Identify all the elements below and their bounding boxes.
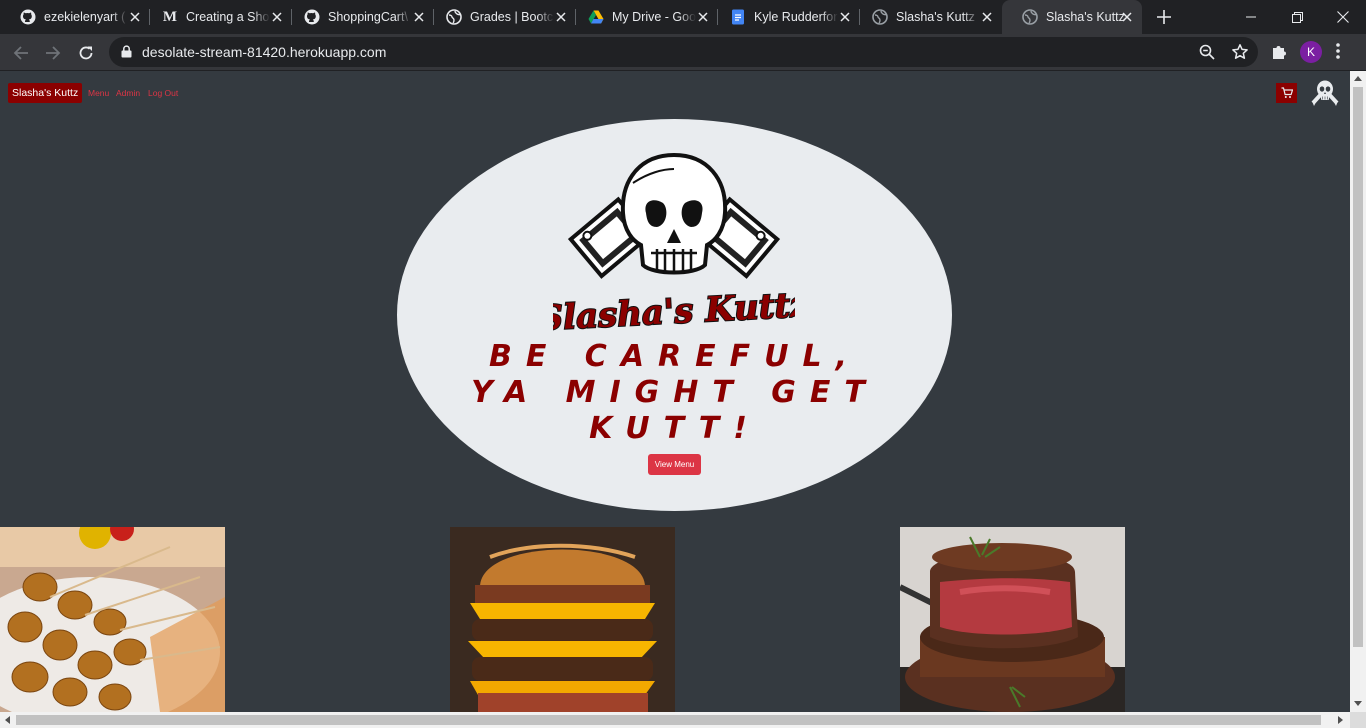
scrollbar-corner	[1350, 712, 1366, 728]
horizontal-scroll-thumb[interactable]	[16, 715, 1321, 725]
tagline-line-1: BE CAREFUL,	[489, 339, 861, 374]
url-text[interactable]: desolate-stream-81420.herokuapp.com	[142, 44, 386, 60]
arrow-left-icon	[13, 46, 28, 60]
view-menu-button[interactable]: View Menu	[648, 454, 701, 475]
globe-icon	[446, 9, 462, 25]
tab-title: Slasha's Kuttz	[1046, 10, 1125, 24]
extensions-puzzle-icon[interactable]	[1270, 42, 1288, 65]
github-icon	[304, 9, 320, 25]
scroll-right-arrow-icon[interactable]	[1338, 716, 1343, 724]
arrow-right-icon	[46, 46, 61, 60]
tab-title: ezekielenyart (	[44, 10, 126, 24]
navbar-brand[interactable]: Slasha's Kuttz	[8, 83, 83, 103]
close-tab-icon[interactable]	[128, 10, 142, 24]
close-tab-icon[interactable]	[270, 10, 284, 24]
nav-link-logout[interactable]: Log Out	[148, 88, 178, 98]
browser-tab[interactable]: Slasha's Kuttz	[852, 0, 1002, 34]
bacon-cheeseburger-image[interactable]	[450, 527, 675, 712]
github-icon	[20, 9, 36, 25]
google-docs-icon	[730, 9, 746, 25]
page-viewport: Slasha's Kuttz Menu Admin Log Out Slasha…	[0, 71, 1350, 712]
reload-button[interactable]	[75, 42, 97, 64]
browser-tab[interactable]: Kyle Rudderfor	[710, 0, 860, 34]
vertical-scroll-thumb[interactable]	[1353, 87, 1363, 647]
new-tab-button[interactable]	[1154, 7, 1174, 27]
close-tab-icon[interactable]	[980, 10, 994, 24]
tab-title: Creating a Sho	[186, 10, 270, 24]
scroll-up-arrow-icon[interactable]	[1354, 76, 1362, 81]
browser-tab[interactable]: Grades | Bootc	[426, 0, 576, 34]
browser-tab[interactable]: ezekielenyart (	[0, 0, 150, 34]
browser-tab[interactable]: ShoppingCart\	[284, 0, 434, 34]
restore-icon	[1291, 11, 1303, 23]
restore-window-button[interactable]	[1274, 0, 1320, 34]
scroll-down-arrow-icon[interactable]	[1354, 701, 1362, 706]
minimize-icon	[1246, 16, 1256, 18]
tagline-line-3: KUTT!	[589, 411, 761, 446]
globe-icon	[1022, 9, 1038, 25]
lock-icon	[121, 45, 132, 63]
medium-icon: M	[162, 8, 178, 25]
globe-icon	[872, 9, 888, 25]
tab-title: ShoppingCart\	[328, 10, 408, 24]
tab-title: Slasha's Kuttz	[896, 10, 975, 24]
browser-toolbar: desolate-stream-81420.herokuapp.com	[0, 34, 1366, 71]
browser-tab[interactable]: My Drive - Goo	[568, 0, 718, 34]
cart-icon	[1281, 87, 1293, 98]
browser-tab-active[interactable]: Slasha's Kuttz	[1002, 0, 1142, 34]
filet-steak-image[interactable]	[900, 527, 1125, 712]
cart-button[interactable]	[1276, 83, 1297, 103]
forward-button[interactable]	[42, 42, 64, 64]
browser-tab-strip: ezekielenyart ( M Creating a Sho Shoppin…	[0, 0, 1366, 34]
back-button[interactable]	[10, 42, 32, 64]
plus-icon	[1157, 10, 1171, 24]
zoom-icon[interactable]	[1199, 44, 1215, 65]
hero-tagline: BE CAREFUL, YA MIGHT GET KUTT!	[420, 339, 930, 447]
google-drive-icon	[588, 9, 604, 25]
logo-script-text: Slasha's Kuttz	[553, 285, 795, 337]
tab-title: Kyle Rudderfor	[754, 10, 838, 24]
slashas-kuttz-logo: Slasha's Kuttz	[553, 153, 795, 337]
close-tab-icon[interactable]	[696, 10, 710, 24]
profile-avatar-button[interactable]: K	[1300, 41, 1322, 63]
scroll-left-arrow-icon[interactable]	[5, 716, 10, 724]
tab-title: My Drive - Goo	[612, 10, 696, 24]
browser-menu-icon[interactable]	[1336, 42, 1340, 65]
user-skull-avatar-icon[interactable]	[1310, 79, 1340, 107]
close-tab-icon[interactable]	[838, 10, 852, 24]
bookmark-star-icon[interactable]	[1231, 43, 1249, 66]
close-icon	[1337, 11, 1349, 23]
skull-icon	[620, 153, 728, 275]
browser-tab[interactable]: M Creating a Sho	[142, 0, 292, 34]
corn-dogs-image[interactable]	[0, 527, 225, 712]
nav-link-menu[interactable]: Menu	[88, 88, 109, 98]
tab-title: Grades | Bootc	[470, 10, 554, 24]
close-tab-icon[interactable]	[554, 10, 568, 24]
close-window-button[interactable]	[1320, 0, 1366, 34]
reload-icon	[79, 46, 93, 60]
close-tab-icon[interactable]	[1120, 10, 1134, 24]
close-tab-icon[interactable]	[412, 10, 426, 24]
address-bar[interactable]: desolate-stream-81420.herokuapp.com	[109, 37, 1258, 67]
minimize-window-button[interactable]	[1228, 0, 1274, 34]
nav-link-admin[interactable]: Admin	[116, 88, 140, 98]
tagline-line-2: YA MIGHT GET	[471, 375, 879, 410]
horizontal-scrollbar[interactable]	[0, 712, 1350, 728]
vertical-scrollbar[interactable]	[1350, 71, 1366, 712]
